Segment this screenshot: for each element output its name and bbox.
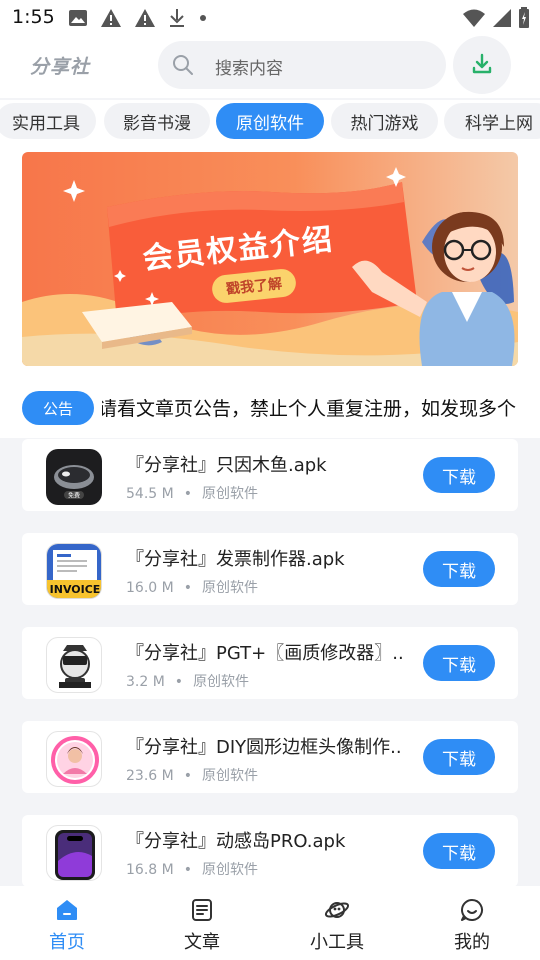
bottom-navigation: 首页 文章 小工具 我的 bbox=[0, 886, 540, 960]
image-notification-icon bbox=[69, 10, 87, 26]
app-category: 原创软件 bbox=[201, 580, 258, 596]
status-bar: 1:55 bbox=[0, 0, 540, 36]
app-name: 『分享社』动感岛PRO.apk bbox=[126, 831, 346, 852]
status-notifications bbox=[68, 8, 208, 28]
downloads-button[interactable] bbox=[453, 36, 511, 94]
nav-tools[interactable]: 小工具 bbox=[292, 894, 382, 956]
search-bar[interactable]: 搜索内容 bbox=[158, 41, 446, 89]
planet-icon bbox=[324, 902, 350, 918]
notice-section: 公告 请看文章页公告，禁止个人重复注册，如发现多个 bbox=[0, 374, 540, 438]
app-logo: 分享社 bbox=[30, 56, 91, 78]
app-meta: 16.8 M • 原创软件 bbox=[126, 862, 258, 878]
status-time: 1:55 bbox=[12, 6, 55, 28]
wifi-icon bbox=[463, 9, 485, 27]
app-meta: 54.5 M • 原创软件 bbox=[126, 486, 258, 502]
download-button[interactable]: 下载 bbox=[423, 739, 495, 775]
download-notification-icon bbox=[170, 9, 184, 27]
battery-icon bbox=[519, 7, 529, 28]
nav-home[interactable]: 首页 bbox=[22, 894, 112, 956]
download-button[interactable]: 下载 bbox=[423, 833, 495, 869]
wooden-fish-icon: 免费 bbox=[46, 449, 102, 505]
nav-label: 我的 bbox=[454, 932, 490, 953]
nav-article[interactable]: 文章 bbox=[157, 894, 247, 956]
pgt-helmet-icon bbox=[46, 637, 102, 693]
avatar-frame-icon bbox=[46, 731, 102, 787]
list-item[interactable]: 『分享社』动感岛PRO.apk 16.8 M • 原创软件 下载 bbox=[22, 815, 518, 887]
warning-icon bbox=[135, 9, 155, 27]
app-name: 『分享社』DIY圆形边框头像制作.. bbox=[126, 737, 402, 758]
app-size: 16.0 M bbox=[126, 580, 174, 596]
membership-banner[interactable]: 会员权益介绍 戳我了解 bbox=[22, 152, 518, 366]
nav-label: 小工具 bbox=[310, 932, 364, 953]
nav-profile[interactable]: 我的 bbox=[427, 894, 517, 956]
category-tabs: 实用工具 影音书漫 原创软件 热门游戏 科学上网 bbox=[0, 100, 540, 144]
warning-icon bbox=[101, 9, 121, 27]
svg-text:免费: 免费 bbox=[68, 492, 80, 500]
app-category: 原创软件 bbox=[201, 486, 258, 502]
app-name: 『分享社』PGT+〖画质修改器〗.. bbox=[126, 643, 404, 664]
signal-icon bbox=[493, 9, 511, 27]
app-size: 3.2 M bbox=[126, 674, 165, 690]
app-meta: 23.6 M • 原创软件 bbox=[126, 768, 258, 784]
status-system-icons bbox=[462, 7, 530, 29]
app-header: 分享社 搜索内容 bbox=[0, 36, 540, 98]
app-meta: 16.0 M • 原创软件 bbox=[126, 580, 258, 596]
tab-tools[interactable]: 实用工具 bbox=[0, 103, 96, 139]
tab-original-software[interactable]: 原创软件 bbox=[216, 103, 324, 139]
article-icon bbox=[192, 899, 212, 921]
more-dot-icon bbox=[200, 15, 206, 21]
app-name: 『分享社』发票制作器.apk bbox=[126, 549, 345, 570]
dynamic-island-phone-icon bbox=[46, 825, 102, 881]
home-icon bbox=[57, 900, 77, 920]
search-placeholder: 搜索内容 bbox=[215, 59, 283, 79]
search-icon bbox=[173, 55, 193, 75]
tab-vpn[interactable]: 科学上网 bbox=[444, 103, 540, 139]
tab-media[interactable]: 影音书漫 bbox=[104, 103, 210, 139]
profile-icon bbox=[461, 899, 483, 921]
app-size: 23.6 M bbox=[126, 768, 174, 784]
app-size: 16.8 M bbox=[126, 862, 174, 878]
invoice-icon: INVOICE bbox=[46, 543, 102, 599]
app-name: 『分享社』只因木鱼.apk bbox=[126, 455, 327, 476]
app-meta: 3.2 M • 原创软件 bbox=[126, 674, 250, 690]
invoice-icon-text: INVOICE bbox=[49, 583, 101, 596]
nav-label: 文章 bbox=[184, 932, 220, 953]
banner-section: 会员权益介绍 戳我了解 bbox=[0, 144, 540, 374]
list-item[interactable]: 『分享社』PGT+〖画质修改器〗.. 3.2 M • 原创软件 下载 bbox=[22, 627, 518, 699]
notice-marquee[interactable]: 请看文章页公告，禁止个人重复注册，如发现多个 bbox=[102, 392, 518, 424]
notice-label: 公告 bbox=[22, 391, 94, 425]
app-size: 54.5 M bbox=[126, 486, 174, 502]
list-item[interactable]: 『分享社』DIY圆形边框头像制作.. 23.6 M • 原创软件 下载 bbox=[22, 721, 518, 793]
nav-label: 首页 bbox=[49, 932, 85, 953]
download-button[interactable]: 下载 bbox=[423, 457, 495, 493]
notice-text: 请看文章页公告，禁止个人重复注册，如发现多个 bbox=[102, 398, 517, 420]
app-category: 原创软件 bbox=[193, 674, 250, 690]
list-item[interactable]: INVOICE 『分享社』发票制作器.apk 16.0 M • 原创软件 下载 bbox=[22, 533, 518, 605]
list-item[interactable]: 免费 『分享社』只因木鱼.apk 54.5 M • 原创软件 下载 bbox=[22, 439, 518, 511]
download-icon bbox=[472, 53, 492, 74]
tab-hot-games[interactable]: 热门游戏 bbox=[331, 103, 438, 139]
download-button[interactable]: 下载 bbox=[423, 551, 495, 587]
app-category: 原创软件 bbox=[201, 768, 258, 784]
download-button[interactable]: 下载 bbox=[423, 645, 495, 681]
app-category: 原创软件 bbox=[201, 862, 258, 878]
